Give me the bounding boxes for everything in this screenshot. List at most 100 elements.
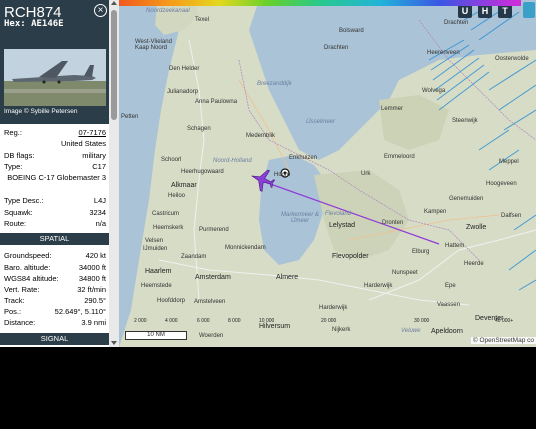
dbflags-value: military: [82, 151, 106, 160]
distance-value: 3.9 nmi: [81, 318, 106, 327]
groundspeed-value: 420 kt: [85, 251, 106, 260]
map-label: Schoorl: [161, 157, 182, 163]
squawk-value: 3234: [89, 208, 106, 217]
map-label: Drachten: [324, 45, 349, 51]
map-label: Monnickendam: [225, 245, 266, 251]
altitude-tick: 2 000: [134, 318, 147, 324]
scroll-up-icon[interactable]: [111, 1, 117, 5]
map-button-u[interactable]: U: [458, 4, 472, 18]
altitude-tick: 40 000+: [495, 318, 514, 324]
baro-label: Baro. altitude:: [4, 263, 51, 272]
map-label: Hoofddorp: [157, 298, 186, 304]
map-label: Julianadorp: [167, 89, 199, 95]
map-label: Nijkerk: [332, 327, 351, 333]
map-label: Dronten: [382, 220, 404, 226]
map-label: Noordzeekanaal: [146, 8, 190, 14]
sidebar-scrollbar[interactable]: [109, 0, 119, 347]
vrate-value: 32 ft/min: [77, 285, 106, 294]
map-button-t[interactable]: T: [498, 4, 512, 18]
map-label: Woerden: [199, 333, 224, 339]
map-label: Purmerend: [199, 227, 229, 233]
map-label: Wolvega: [422, 88, 446, 94]
map-label: Harderwijk: [364, 283, 393, 289]
map-label: Elburg: [412, 249, 430, 255]
spatial-header[interactable]: SPATIAL: [0, 233, 109, 245]
map-label: IJmuiden: [143, 246, 168, 252]
map-label: Hilversum: [259, 323, 291, 330]
map-label: Velsen: [145, 238, 164, 244]
map-label: Nunspeet: [392, 270, 418, 276]
signal-header[interactable]: SIGNAL: [0, 333, 109, 345]
altitude-tick: 8 000: [228, 318, 241, 324]
country-value: United States: [60, 139, 106, 148]
baro-value: 34000 ft: [78, 263, 106, 272]
altitude-tick: 10 000: [259, 318, 275, 324]
map-view[interactable]: U H T Noordzeekanaal Texel West-Vlieland…: [119, 0, 536, 347]
position-value: 52.649°, 5.110°: [54, 307, 106, 316]
map-label: Heiloo: [168, 193, 186, 199]
map-label: Haarlem: [145, 268, 172, 275]
position-label: Pos.:: [4, 307, 22, 316]
map-label: Anna Paulowna: [195, 99, 238, 105]
altitude-tick: 6 000: [197, 318, 210, 324]
map-label: Breezanddijk: [257, 81, 292, 87]
map-label: Veluwe: [401, 328, 421, 334]
map-label: Dalfsen: [501, 213, 522, 219]
app: RCH874 Hex: AE146E × Image © Sybille Pet…: [0, 0, 536, 347]
map-label: Heerenveen: [427, 50, 460, 56]
route-label: Route:: [4, 219, 27, 228]
close-icon[interactable]: ×: [94, 4, 107, 17]
typedesc-label: Type Desc.:: [4, 196, 44, 205]
map-label: Lemmer: [381, 106, 404, 112]
aircraft-info-sidebar: RCH874 Hex: AE146E × Image © Sybille Pet…: [0, 0, 109, 347]
info-panel: Reg.: 07-7176 United States DB flags: mi…: [0, 124, 109, 347]
map-label: Enkhuizen: [289, 155, 318, 161]
map-label: Hattem: [445, 243, 465, 249]
hex-code: Hex: AE146E: [4, 19, 64, 29]
map-label: Heerhugowaard: [181, 169, 224, 175]
map-label: Zwolle: [466, 224, 487, 231]
map-label: Steenwijk: [452, 118, 478, 124]
map-label: Den Helder: [169, 66, 200, 72]
wgs-label: WGS84 altitude:: [4, 274, 59, 283]
altitude-tick: 30 000: [414, 318, 430, 324]
map-label: Flevoland: [325, 211, 352, 217]
track-value: 290.5°: [84, 296, 106, 305]
altitude-tick: 20 000: [321, 318, 337, 324]
map-label: Noord-Holland: [213, 158, 252, 164]
squawk-label: Squawk:: [4, 208, 33, 217]
map-label: Alkmaar: [171, 182, 197, 189]
aircraft-photo[interactable]: [4, 49, 106, 106]
map-label: Zaandam: [181, 254, 207, 260]
registration-link[interactable]: 07-7176: [78, 128, 106, 137]
altitude-tick: 4 000: [165, 318, 178, 324]
map-label: Amsterdam: [195, 274, 231, 281]
map-label: Flevopolder: [332, 253, 369, 260]
track-label: Track:: [4, 296, 25, 305]
map-label: Lelystad: [329, 222, 356, 229]
layers-icon[interactable]: [523, 2, 535, 18]
map-label: Hoogeveen: [486, 181, 517, 187]
scrollbar-thumb[interactable]: [111, 10, 117, 120]
type-name-row: BOEING C-17 Globemaster 3: [4, 173, 106, 193]
scroll-down-icon[interactable]: [111, 341, 117, 345]
map-label: Oosterwolde: [495, 56, 529, 62]
type-label: Type:: [4, 162, 23, 171]
map-button-h[interactable]: H: [478, 4, 492, 18]
map-scale-bar: 10 NM: [125, 331, 187, 340]
groundspeed-label: Groundspeed:: [4, 251, 52, 260]
map-label: Markermeer & IJmeer: [280, 212, 319, 224]
map-label: Apeldoorn: [431, 328, 463, 335]
type-value: C17: [92, 162, 106, 171]
map-label: Urk: [361, 171, 371, 177]
map-label: IJsselmeer: [306, 119, 336, 125]
reg-label: Reg.:: [4, 128, 22, 137]
vrate-label: Vert. Rate:: [4, 285, 40, 294]
dbflags-label: DB flags:: [4, 151, 35, 160]
map-label: Heemstede: [141, 283, 172, 289]
wgs-value: 34800 ft: [78, 274, 106, 283]
map-attribution[interactable]: © OpenStreetMap co: [470, 337, 536, 344]
map-label: Almere: [276, 274, 299, 281]
map-label: Schagen: [187, 126, 211, 132]
map-label: Bolsward: [339, 28, 364, 34]
